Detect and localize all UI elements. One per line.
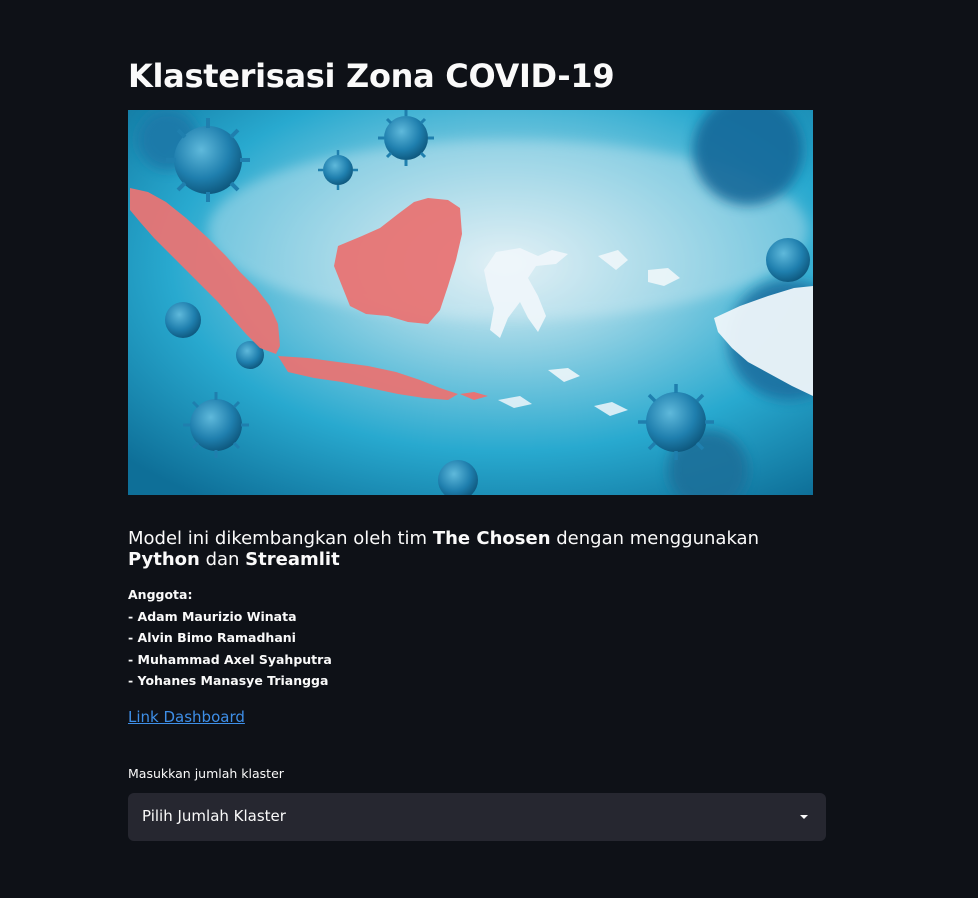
members-section: Anggota: - Adam Maurizio Winata - Alvin … [128, 584, 332, 692]
tool-streamlit: Streamlit [245, 549, 340, 570]
virus-icon [638, 384, 714, 460]
tool-python: Python [128, 549, 200, 570]
intro-part-2: dengan menggunakan [550, 528, 759, 549]
indonesia-covid-map-illustration [128, 110, 813, 495]
dashboard-link[interactable]: Link Dashboard [128, 708, 245, 726]
hero-image [128, 110, 813, 495]
cluster-select-label: Masukkan jumlah klaster [128, 766, 284, 781]
chevron-down-icon [800, 815, 808, 819]
cluster-count-select[interactable]: Pilih Jumlah Klaster [128, 793, 826, 841]
virus-icon [166, 118, 250, 202]
members-heading: Anggota: [128, 587, 193, 602]
team-name: The Chosen [432, 528, 551, 549]
member-item: - Adam Maurizio Winata [128, 608, 297, 624]
intro-text: Model ini dikembangkan oleh tim The Chos… [128, 528, 828, 570]
intro-part-3: dan [199, 549, 246, 570]
member-item: - Muhammad Axel Syahputra [128, 651, 332, 667]
member-item: - Alvin Bimo Ramadhani [128, 630, 296, 646]
member-item: - Yohanes Manasye Triangga [128, 673, 329, 689]
page-title: Klasterisasi Zona COVID-19 [128, 57, 615, 95]
intro-part-1: Model ini dikembangkan oleh tim [128, 528, 433, 549]
cluster-select-value: Pilih Jumlah Klaster [142, 807, 286, 825]
